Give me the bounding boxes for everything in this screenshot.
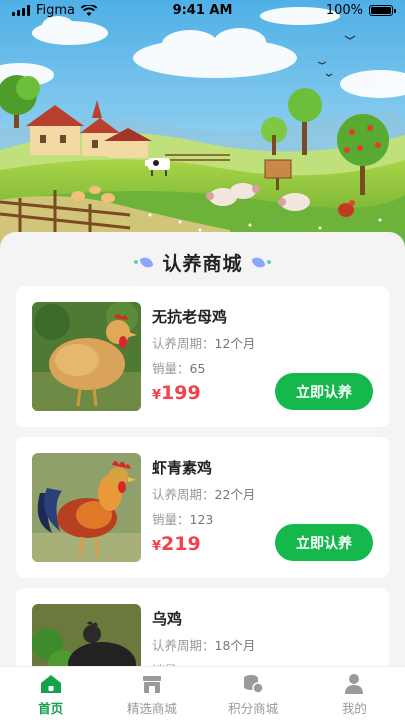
currency-symbol: ¥: [152, 539, 162, 554]
section-header: 认养商城: [0, 232, 405, 292]
currency-symbol: ¥: [152, 388, 162, 403]
product-price: ¥199: [152, 382, 201, 404]
hen-photo-icon: [32, 302, 141, 411]
product-name: 无抗老母鸡: [152, 308, 228, 326]
adoption-period: 认养周期：22个月: [152, 484, 255, 503]
period-label: 认养周期：: [152, 638, 215, 653]
tab-profile[interactable]: 我的: [304, 667, 405, 720]
battery-percent: 100%: [325, 3, 363, 18]
product-card[interactable]: 乌鸡 认养周期：18个月 销量：: [16, 588, 389, 672]
sales-value: 123: [189, 512, 214, 527]
adoption-period: 认养周期：12个月: [152, 333, 255, 352]
period-label: 认养周期：: [152, 487, 215, 502]
tab-points-store[interactable]: 积分商城: [203, 667, 304, 720]
product-name: 乌鸡: [152, 610, 183, 628]
section-title: 认养商城: [162, 252, 243, 275]
sales-label: 销量：: [152, 361, 190, 376]
sales-count: 销量：123: [152, 509, 213, 528]
price-value: 219: [161, 533, 201, 555]
period-label: 认养周期：: [152, 336, 215, 351]
adoption-period: 认养周期：18个月: [152, 635, 255, 654]
tab-label: 我的: [341, 701, 367, 716]
bottom-tab-bar: 首页 精选商城 积分商城 我的: [0, 666, 405, 720]
period-value: 18个月: [214, 638, 256, 653]
adopt-now-button[interactable]: 立即认养: [275, 373, 373, 410]
app-screen: Figma 9:41 AM 100% 认养商城 无抗老母鸡 认养周期：12个月 …: [0, 0, 405, 720]
home-icon: [40, 675, 61, 693]
status-bar: Figma 9:41 AM 100%: [0, 0, 405, 22]
decor-right-icon: [250, 254, 271, 270]
user-icon: [345, 674, 364, 694]
sales-count: 销量：65: [152, 358, 205, 377]
product-name: 虾青素鸡: [152, 459, 213, 477]
store-icon: [142, 676, 161, 693]
price-value: 199: [161, 382, 201, 404]
product-price: ¥219: [152, 533, 201, 555]
farm-banner: [0, 0, 405, 250]
sales-value: 65: [189, 361, 206, 376]
tab-label: 首页: [38, 701, 64, 716]
sales-label: 销量：: [152, 512, 190, 527]
adopt-now-button[interactable]: 立即认养: [275, 524, 373, 561]
coins-icon: [244, 675, 264, 694]
rooster-photo-icon: [32, 453, 141, 562]
battery-icon: [369, 5, 396, 16]
product-card[interactable]: 虾青素鸡 认养周期：22个月 销量：123 ¥219 立即认养: [16, 437, 389, 578]
product-card[interactable]: 无抗老母鸡 认养周期：12个月 销量：65 ¥199 立即认养: [16, 286, 389, 427]
tab-featured-store[interactable]: 精选商城: [101, 667, 202, 720]
black-chicken-photo-icon: [32, 604, 141, 672]
tab-label: 精选商城: [126, 701, 177, 716]
tab-home[interactable]: 首页: [0, 667, 101, 720]
period-value: 22个月: [214, 487, 256, 502]
period-value: 12个月: [214, 336, 256, 351]
decor-left-icon: [134, 254, 155, 270]
store-panel: 认养商城 无抗老母鸡 认养周期：12个月 销量：65 ¥199 立即认养 虾青素…: [0, 232, 405, 672]
tab-label: 积分商城: [228, 701, 279, 716]
